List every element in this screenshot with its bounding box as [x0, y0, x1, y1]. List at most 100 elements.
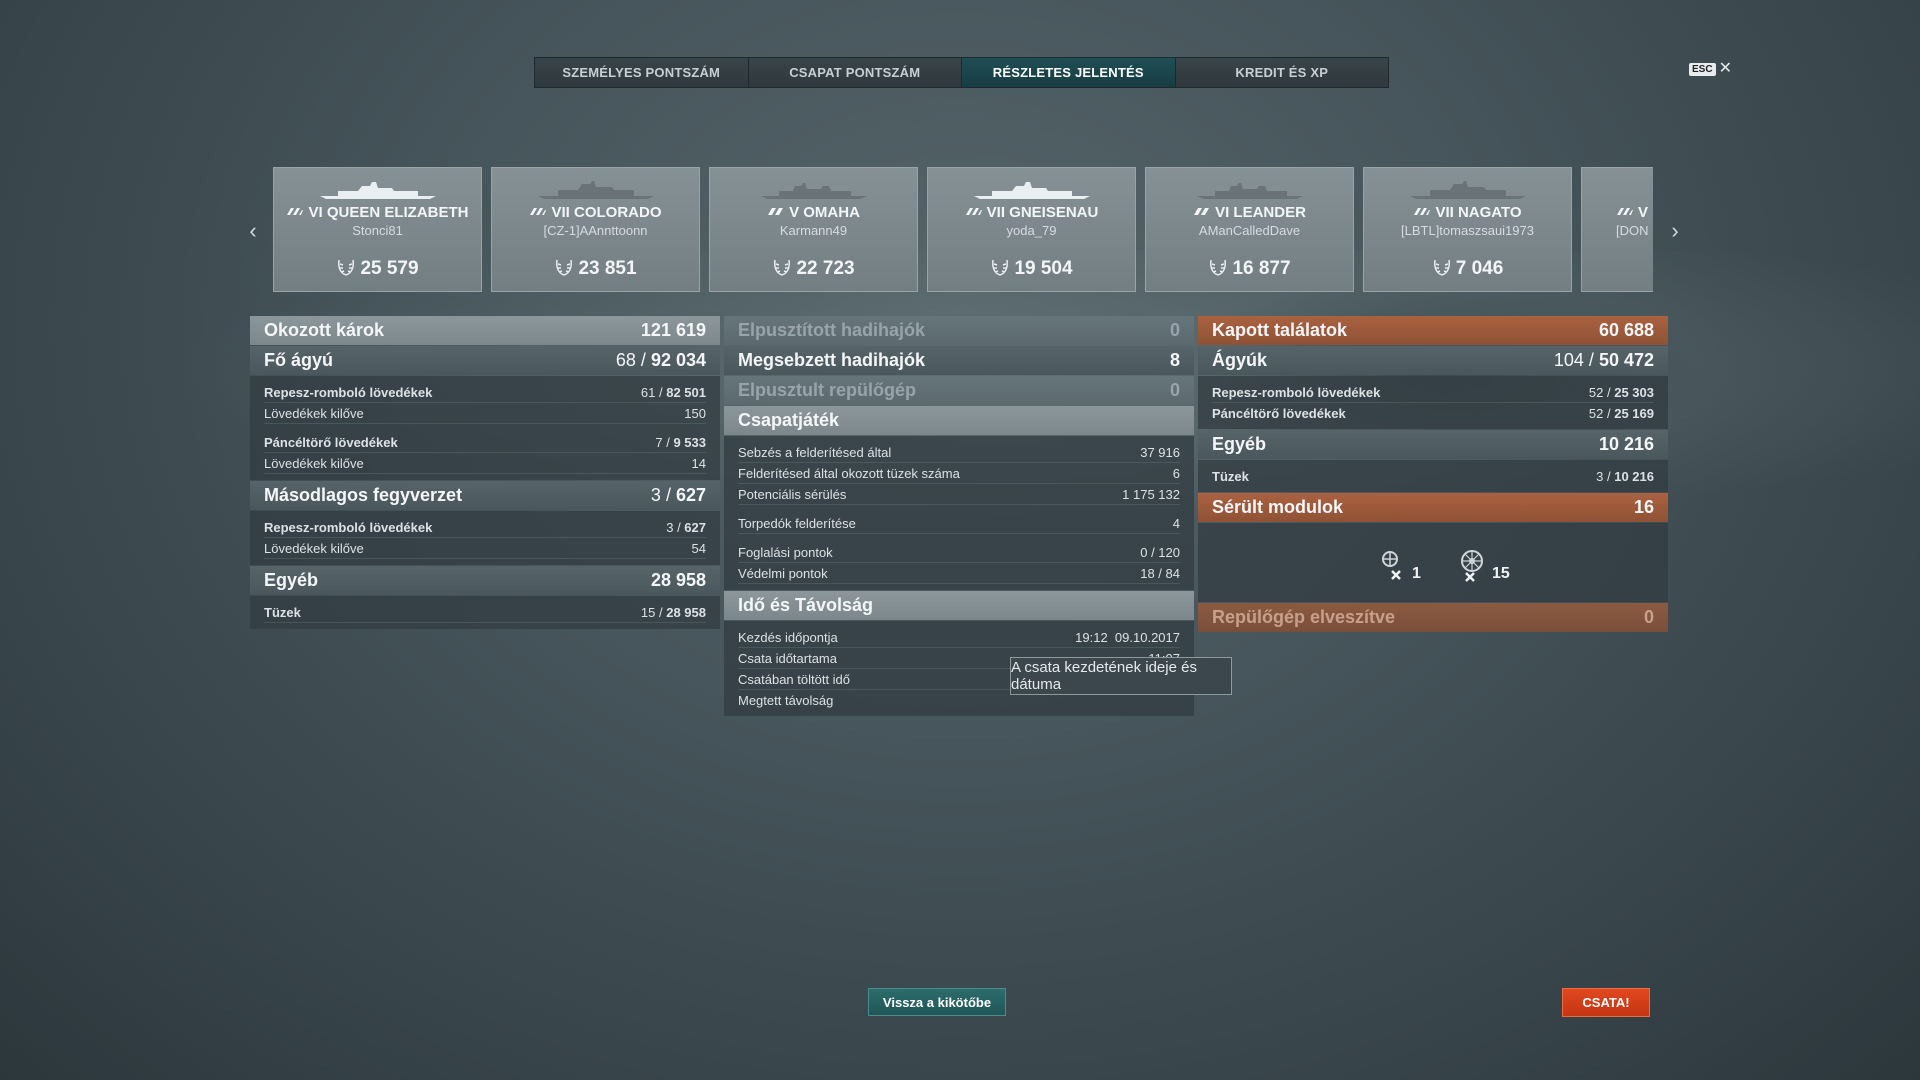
- battleship-class-icon: [1414, 208, 1431, 215]
- ship-silhouette-icon: [973, 182, 1090, 199]
- ship-card[interactable]: VII GNEISENAU yoda_79 19 504: [927, 167, 1136, 292]
- battleship-class-icon: [1617, 208, 1633, 215]
- ship-score: 25 579: [360, 258, 419, 279]
- laurel-icon: [1210, 259, 1227, 276]
- ships-destroyed-header: Elpusztított hadihajók 0: [724, 316, 1194, 345]
- player-name: [DON: [1616, 223, 1649, 238]
- ship-name: VII GNEISENAU: [986, 204, 1099, 221]
- stat-row: Védelmi pontok 18 / 84: [738, 563, 1180, 584]
- ship-name: VI LEANDER: [1215, 204, 1306, 221]
- module-steering: 1: [1378, 547, 1421, 583]
- main-battery-details: Repesz-romboló lövedékek 61 / 82 501 Löv…: [250, 376, 720, 480]
- other-damage-details: Tüzek 15 / 28 958: [250, 596, 720, 629]
- ship-card[interactable]: V OMAHA Karmann49 22 723: [709, 167, 918, 292]
- player-name: AManCalledDave: [1198, 223, 1301, 238]
- tab-credits-xp[interactable]: KREDIT ÉS XP: [1175, 58, 1388, 87]
- ship-score: 7 046: [1455, 258, 1504, 279]
- laurel-icon: [1433, 259, 1450, 276]
- stat-row: Sebzés a felderítésed által 37 916: [738, 442, 1180, 463]
- esc-key-label: ESC: [1689, 62, 1716, 76]
- tooltip: A csata kezdetének ideje és dátuma: [1010, 657, 1232, 695]
- damage-dealt-header: Okozott károk 121 619: [250, 316, 720, 345]
- secondary-battery-details: Repesz-romboló lövedékek 3 / 627 Lövedék…: [250, 511, 720, 565]
- hits-received-header: Kapott találatok 60 688: [1198, 316, 1668, 345]
- planes-destroyed-header: Elpusztult repülőgép 0: [724, 376, 1194, 405]
- carousel-prev-button[interactable]: ‹: [243, 218, 263, 243]
- ship-score: 22 723: [796, 258, 855, 279]
- back-to-port-button[interactable]: Vissza a kikötőbe: [868, 988, 1006, 1016]
- guns-received-header: Ágyúk 104 / 50 472: [1198, 346, 1668, 375]
- stat-row: Repesz-romboló lövedékek 52 / 25 303: [1212, 382, 1654, 403]
- engine-icon: [1461, 550, 1483, 582]
- ship-card[interactable]: VII COLORADO [CZ-1]AAnnttoonn 23 851: [491, 167, 700, 292]
- player-name: yoda_79: [1006, 223, 1057, 238]
- guns-received-details: Repesz-romboló lövedékek 52 / 25 303 Pán…: [1198, 376, 1668, 429]
- main-battery-header: Fő ágyú 68 / 92 034: [250, 346, 720, 375]
- ship-card[interactable]: VI LEANDER AManCalledDave 16 877: [1145, 167, 1354, 292]
- cruiser-class-icon: [1194, 208, 1210, 215]
- ship-card[interactable]: V [DON: [1581, 167, 1653, 292]
- planes-lost-header: Repülőgép elveszítve 0: [1198, 603, 1668, 632]
- battleship-class-icon: [965, 208, 982, 215]
- close-icon: ✕: [1718, 60, 1732, 77]
- teamplay-header: Csapatjáték: [724, 406, 1194, 435]
- stat-row: Potenciális sérülés 1 175 132: [738, 484, 1180, 505]
- stat-row: Felderítésed által okozott tüzek száma 6: [738, 463, 1180, 484]
- ship-name: VII NAGATO: [1435, 204, 1522, 221]
- player-name: Stonci81: [352, 223, 403, 238]
- report-tabs: SZEMÉLYES PONTSZÁM CSAPAT PONTSZÁM RÉSZL…: [534, 57, 1389, 88]
- damage-received-panel: Kapott találatok 60 688 Ágyúk 104 / 50 4…: [1198, 316, 1668, 633]
- stat-row: Lövedékek kilőve 14: [264, 453, 706, 474]
- other-damage-header: Egyéb 28 958: [250, 566, 720, 595]
- damage-dealt-panel: Okozott károk 121 619 Fő ágyú 68 / 92 03…: [250, 316, 720, 630]
- laurel-icon: [556, 259, 573, 276]
- steering-gear-icon: [1382, 551, 1401, 580]
- ship-cards: VI QUEEN ELIZABETH Stonci81 25 579 VII C…: [273, 167, 1653, 293]
- stat-row: Lövedékek kilőve 150: [264, 403, 706, 424]
- stat-row: Páncéltörő lövedékek 52 / 25 169: [1212, 405, 1654, 421]
- stat-row: Tüzek 3 / 10 216: [1212, 468, 1654, 484]
- close-button[interactable]: ESC ✕: [1689, 60, 1732, 77]
- stat-row: Lövedékek kilőve 54: [264, 538, 706, 559]
- player-name: Karmann49: [779, 223, 848, 238]
- ship-card[interactable]: VI QUEEN ELIZABETH Stonci81 25 579: [273, 167, 482, 292]
- player-name: [CZ-1]AAnnttoonn: [543, 223, 648, 238]
- tab-detailed-report[interactable]: RÉSZLETES JELENTÉS: [962, 58, 1176, 87]
- carousel-next-button[interactable]: ›: [1665, 218, 1685, 243]
- stat-row: Páncéltörő lövedékek 7 / 9 533: [264, 432, 706, 453]
- ship-silhouette-icon: [319, 182, 436, 199]
- battleship-class-icon: [530, 208, 547, 215]
- other-received-details: Tüzek 3 / 10 216: [1198, 460, 1668, 492]
- ship-score: 19 504: [1014, 258, 1073, 279]
- ship-carousel: ‹ VI QUEEN ELIZABETH Stonci81 25 579 VII…: [243, 167, 1683, 293]
- ship-silhouette-icon: [1196, 183, 1303, 199]
- stat-row: Foglalási pontok 0 / 120: [738, 542, 1180, 563]
- player-name: [LBTL]tomaszsaui1973: [1401, 223, 1534, 238]
- ship-silhouette-icon: [1409, 181, 1526, 199]
- tab-team-score[interactable]: CSAPAT PONTSZÁM: [748, 58, 962, 87]
- laurel-icon: [992, 259, 1009, 276]
- stat-row: Repesz-romboló lövedékek 3 / 627: [264, 517, 706, 538]
- ship-name: V OMAHA: [789, 204, 860, 221]
- ship-score: 16 877: [1232, 258, 1291, 279]
- stat-row: Kezdés időpontja 19:12 09.10.2017: [738, 627, 1180, 648]
- ship-card[interactable]: VII NAGATO [LBTL]tomaszsaui1973 7 046: [1363, 167, 1572, 292]
- battleship-class-icon: [287, 208, 304, 215]
- battle-button[interactable]: CSATA!: [1562, 988, 1650, 1017]
- secondary-battery-header: Másodlagos fegyverzet 3 / 627: [250, 481, 720, 510]
- stat-row: Torpedók felderítése 4: [738, 513, 1180, 534]
- other-received-header: Egyéb 10 216: [1198, 430, 1668, 459]
- cruiser-class-icon: [768, 208, 784, 215]
- ship-name: V: [1638, 204, 1649, 221]
- laurel-icon: [338, 259, 355, 276]
- module-engine: 15: [1456, 547, 1510, 583]
- ships-damaged-header: Megsebzett hadihajók 8: [724, 346, 1194, 375]
- damaged-modules-list: 1 15: [1198, 523, 1668, 602]
- time-distance-header: Idő és Távolság: [724, 591, 1194, 620]
- laurel-icon: [774, 259, 791, 276]
- tab-personal-score[interactable]: SZEMÉLYES PONTSZÁM: [535, 58, 749, 87]
- teamplay-details: Sebzés a felderítésed által 37 916 Felder…: [724, 436, 1194, 590]
- stat-row: Tüzek 15 / 28 958: [264, 602, 706, 623]
- ship-score: 23 851: [578, 258, 637, 279]
- stat-row: Repesz-romboló lövedékek 61 / 82 501: [264, 382, 706, 403]
